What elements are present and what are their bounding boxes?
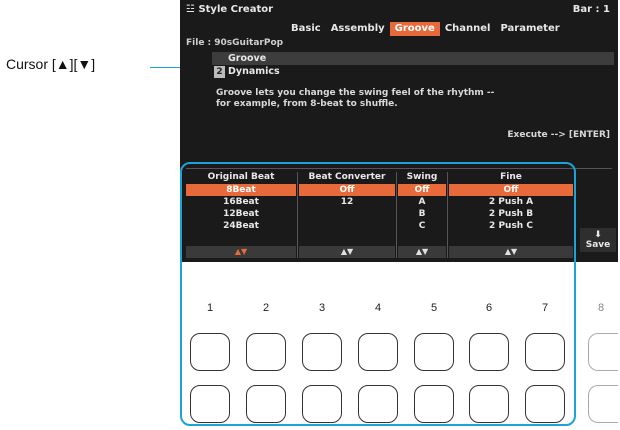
button-number-3: 3: [318, 302, 326, 314]
window-title: ☳ Style Creator: [186, 4, 273, 15]
button-number-7: 7: [541, 302, 549, 314]
menu-item-label: Dynamics: [228, 66, 280, 77]
save-icon: ⬇: [594, 230, 602, 240]
upper-button-8[interactable]: [588, 333, 618, 371]
lower-button-4[interactable]: [358, 385, 398, 423]
description-line-2: for example, from 8-beat to shuffle.: [216, 99, 398, 109]
tab-channel[interactable]: Channel: [440, 22, 496, 36]
tab-assembly[interactable]: Assembly: [326, 22, 390, 36]
button-number-5: 5: [430, 302, 438, 314]
button-number-6: 6: [485, 302, 493, 314]
bar-label: Bar :: [572, 4, 600, 15]
upper-button-2[interactable]: [246, 333, 286, 371]
button-number-2: 2: [262, 302, 270, 314]
execute-hint: Execute --> [ENTER]: [507, 130, 610, 140]
bar-value: 1: [603, 4, 610, 15]
tab-parameter[interactable]: Parameter: [495, 22, 564, 36]
file-name: File : 90sGuitarPop: [186, 38, 284, 48]
upper-button-4[interactable]: [358, 333, 398, 371]
lower-button-8[interactable]: [588, 385, 618, 423]
cursor-callout-label: Cursor [▲][▼]: [6, 56, 96, 72]
save-label: Save: [585, 240, 611, 250]
lower-button-1[interactable]: [190, 385, 230, 423]
lower-button-7[interactable]: [525, 385, 565, 423]
upper-button-6[interactable]: [469, 333, 509, 371]
menu-item-dynamics[interactable]: Dynamics: [212, 65, 614, 78]
lower-button-5[interactable]: [414, 385, 454, 423]
save-button[interactable]: ⬇ Save: [580, 228, 616, 252]
upper-button-5[interactable]: [414, 333, 454, 371]
upper-button-1[interactable]: [190, 333, 230, 371]
description: Groove lets you change the swing feel of…: [216, 88, 494, 110]
tab-basic[interactable]: Basic: [286, 22, 326, 36]
menu-item-label: Groove: [228, 53, 267, 64]
lower-button-3[interactable]: [302, 385, 342, 423]
description-line-1: Groove lets you change the swing feel of…: [216, 88, 495, 98]
lower-button-6[interactable]: [469, 385, 509, 423]
bar-indicator: Bar : 1: [573, 4, 610, 15]
style-creator-icon: ☳: [186, 4, 195, 15]
tab-bar: Basic Assembly Groove Channel Parameter: [286, 22, 565, 36]
upper-button-3[interactable]: [302, 333, 342, 371]
menu-list: Groove Dynamics: [212, 52, 614, 78]
upper-button-7[interactable]: [525, 333, 565, 371]
button-number-1: 1: [206, 302, 214, 314]
lower-button-2[interactable]: [246, 385, 286, 423]
button-number-4: 4: [374, 302, 382, 314]
button-number-8: 8: [597, 302, 605, 314]
window-title-text: Style Creator: [198, 4, 274, 15]
tab-groove[interactable]: Groove: [389, 22, 440, 36]
menu-item-groove[interactable]: Groove: [212, 52, 614, 65]
